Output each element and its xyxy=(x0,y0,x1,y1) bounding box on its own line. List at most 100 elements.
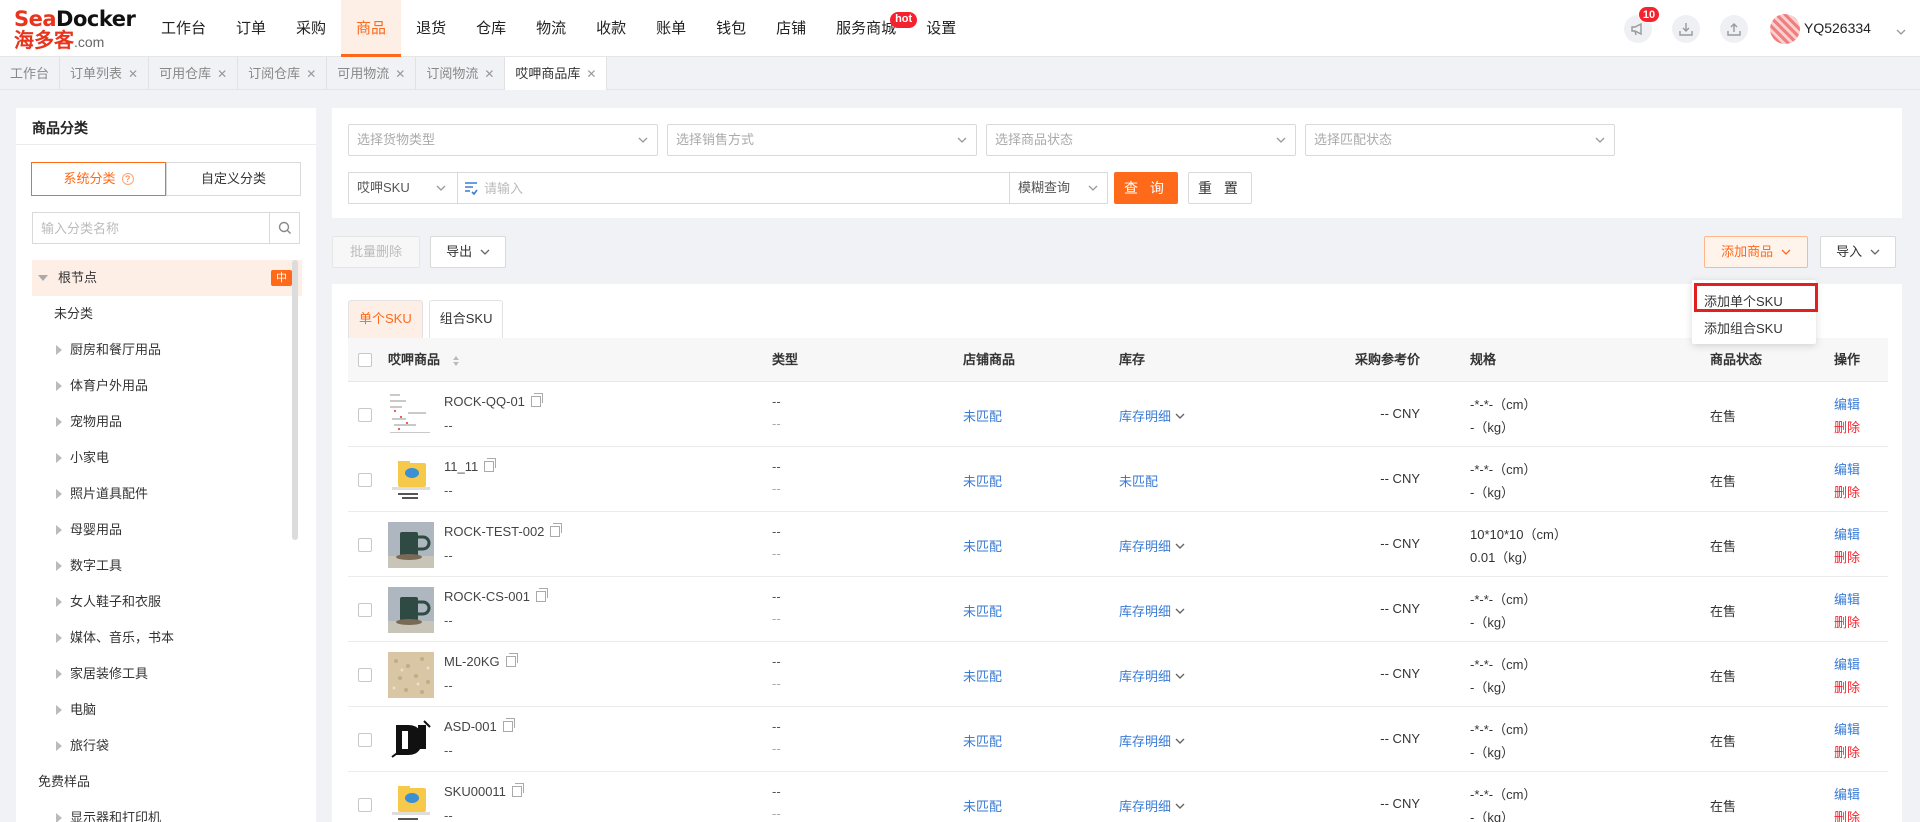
category-search-button[interactable] xyxy=(269,213,299,243)
product-thumbnail[interactable] xyxy=(388,782,434,822)
page-tab-2[interactable]: 可用仓库 ✕ xyxy=(149,57,239,90)
row-checkbox[interactable] xyxy=(358,538,372,552)
nav-item-4[interactable]: 退货 xyxy=(401,0,461,57)
caret-right-icon[interactable] xyxy=(56,633,62,643)
tree-item[interactable]: 电脑 xyxy=(32,692,302,728)
nav-item-5[interactable]: 仓库 xyxy=(461,0,521,57)
page-tab-6[interactable]: 哎呷商品库 ✕ xyxy=(505,57,608,90)
delete-link[interactable]: 删除 xyxy=(1834,807,1860,822)
copy-icon[interactable] xyxy=(505,653,518,667)
tree-item[interactable]: 母婴用品 xyxy=(32,512,302,548)
batch-input-icon[interactable] xyxy=(464,181,478,195)
caret-right-icon[interactable] xyxy=(56,561,62,571)
store-match-link[interactable]: 未匹配 xyxy=(963,601,1002,620)
tree-item[interactable]: 旅行袋 xyxy=(32,728,302,764)
import-button[interactable]: 导入 xyxy=(1820,236,1896,268)
delete-link[interactable]: 删除 xyxy=(1834,742,1860,761)
edit-link[interactable]: 编辑 xyxy=(1834,654,1860,673)
page-tab-0[interactable]: 工作台 xyxy=(0,57,61,90)
reset-button[interactable]: 重 置 xyxy=(1188,172,1252,204)
tree-item[interactable]: 免费样品 xyxy=(32,764,302,800)
download-button[interactable] xyxy=(1672,15,1700,43)
tree-item[interactable]: 体育户外用品 xyxy=(32,368,302,404)
copy-icon[interactable] xyxy=(535,588,548,602)
seadocker-logo[interactable]: SeaDocker 海多客.com xyxy=(14,8,136,52)
select-all-checkbox[interactable] xyxy=(358,353,372,367)
store-match-link[interactable]: 未匹配 xyxy=(963,731,1002,750)
sort-icon[interactable] xyxy=(452,355,460,367)
nav-item-0[interactable]: 工作台 xyxy=(146,0,221,57)
stock-detail-link[interactable]: 库存明细 xyxy=(1119,406,1185,425)
close-icon[interactable]: ✕ xyxy=(484,58,494,90)
custom-category-button[interactable]: 自定义分类 xyxy=(166,162,301,196)
batch-delete-button[interactable]: 批量删除 xyxy=(332,236,420,268)
product-thumbnail[interactable] xyxy=(388,587,434,633)
nav-item-12[interactable]: 设置 xyxy=(911,0,971,57)
sku-search-input[interactable] xyxy=(484,173,1004,203)
product-thumbnail[interactable] xyxy=(388,522,434,568)
row-checkbox[interactable] xyxy=(358,798,372,812)
sub-tab-1[interactable]: 组合SKU xyxy=(428,300,504,338)
nav-item-11[interactable]: 服务商城 hot xyxy=(821,0,918,57)
username[interactable]: YQ526334 xyxy=(1804,20,1871,36)
store-match-link[interactable]: 未匹配 xyxy=(963,536,1002,555)
upload-button[interactable] xyxy=(1720,15,1748,43)
tree-item[interactable]: 照片道具配件 xyxy=(32,476,302,512)
query-button[interactable]: 查 询 xyxy=(1114,172,1178,204)
col-product[interactable]: 哎呷商品 xyxy=(388,338,460,382)
delete-link[interactable]: 删除 xyxy=(1834,417,1860,436)
sub-tab-0[interactable]: 单个SKU xyxy=(348,300,423,338)
store-match-link[interactable]: 未匹配 xyxy=(963,666,1002,685)
stock-detail-link[interactable]: 库存明细 xyxy=(1119,601,1185,620)
nav-item-3[interactable]: 商品 xyxy=(341,0,402,57)
close-icon[interactable]: ✕ xyxy=(217,58,227,90)
match-mode-select[interactable]: 模糊查询 xyxy=(1009,172,1108,204)
edit-link[interactable]: 编辑 xyxy=(1834,524,1860,543)
copy-icon[interactable] xyxy=(502,718,515,732)
row-checkbox[interactable] xyxy=(358,603,372,617)
edit-link[interactable]: 编辑 xyxy=(1834,589,1860,608)
product-thumbnail[interactable] xyxy=(388,717,434,763)
store-match-link[interactable]: 未匹配 xyxy=(963,406,1002,425)
match-status-select[interactable]: 选择匹配状态 xyxy=(1305,124,1615,156)
nav-item-9[interactable]: 钱包 xyxy=(701,0,761,57)
tree-item[interactable]: 家居装修工具 xyxy=(32,656,302,692)
tree-item[interactable]: 未分类 xyxy=(32,296,302,332)
export-button[interactable]: 导出 xyxy=(430,236,506,268)
delete-link[interactable]: 删除 xyxy=(1834,482,1860,501)
sku-type-select[interactable]: 哎呷SKU xyxy=(348,172,458,204)
copy-icon[interactable] xyxy=(530,393,543,407)
nav-item-10[interactable]: 店铺 xyxy=(761,0,821,57)
row-checkbox[interactable] xyxy=(358,733,372,747)
caret-right-icon[interactable] xyxy=(56,453,62,463)
sale-method-select[interactable]: 选择销售方式 xyxy=(667,124,977,156)
row-checkbox[interactable] xyxy=(358,408,372,422)
edit-link[interactable]: 编辑 xyxy=(1834,719,1860,738)
edit-link[interactable]: 编辑 xyxy=(1834,784,1860,803)
caret-down-icon[interactable] xyxy=(38,275,48,281)
store-match-link[interactable]: 未匹配 xyxy=(963,471,1002,490)
page-tab-5[interactable]: 订阅物流 ✕ xyxy=(416,57,506,90)
caret-right-icon[interactable] xyxy=(56,525,62,535)
stock-detail-link[interactable]: 库存明细 xyxy=(1119,731,1185,750)
tree-item[interactable]: 宠物用品 xyxy=(32,404,302,440)
close-icon[interactable]: ✕ xyxy=(395,58,405,90)
nav-item-1[interactable]: 订单 xyxy=(221,0,281,57)
caret-right-icon[interactable] xyxy=(56,813,62,822)
tree-item[interactable]: 显示器和打印机 xyxy=(32,800,302,822)
copy-icon[interactable] xyxy=(550,523,563,537)
tree-item[interactable]: 女人鞋子和衣服 xyxy=(32,584,302,620)
row-checkbox[interactable] xyxy=(358,473,372,487)
store-match-link[interactable]: 未匹配 xyxy=(963,796,1002,815)
copy-icon[interactable] xyxy=(511,783,524,797)
page-tab-1[interactable]: 订单列表 ✕ xyxy=(60,57,150,90)
nav-item-8[interactable]: 账单 xyxy=(641,0,701,57)
delete-link[interactable]: 删除 xyxy=(1834,547,1860,566)
tree-root[interactable]: 根节点 中 xyxy=(32,260,302,296)
product-thumbnail[interactable] xyxy=(388,652,434,698)
edit-link[interactable]: 编辑 xyxy=(1834,459,1860,478)
megaphone-button[interactable]: 10 xyxy=(1624,6,1660,43)
avatar[interactable] xyxy=(1770,14,1800,44)
tree-item[interactable]: 厨房和餐厅用品 xyxy=(32,332,302,368)
add-product-button[interactable]: 添加商品 xyxy=(1704,236,1808,268)
